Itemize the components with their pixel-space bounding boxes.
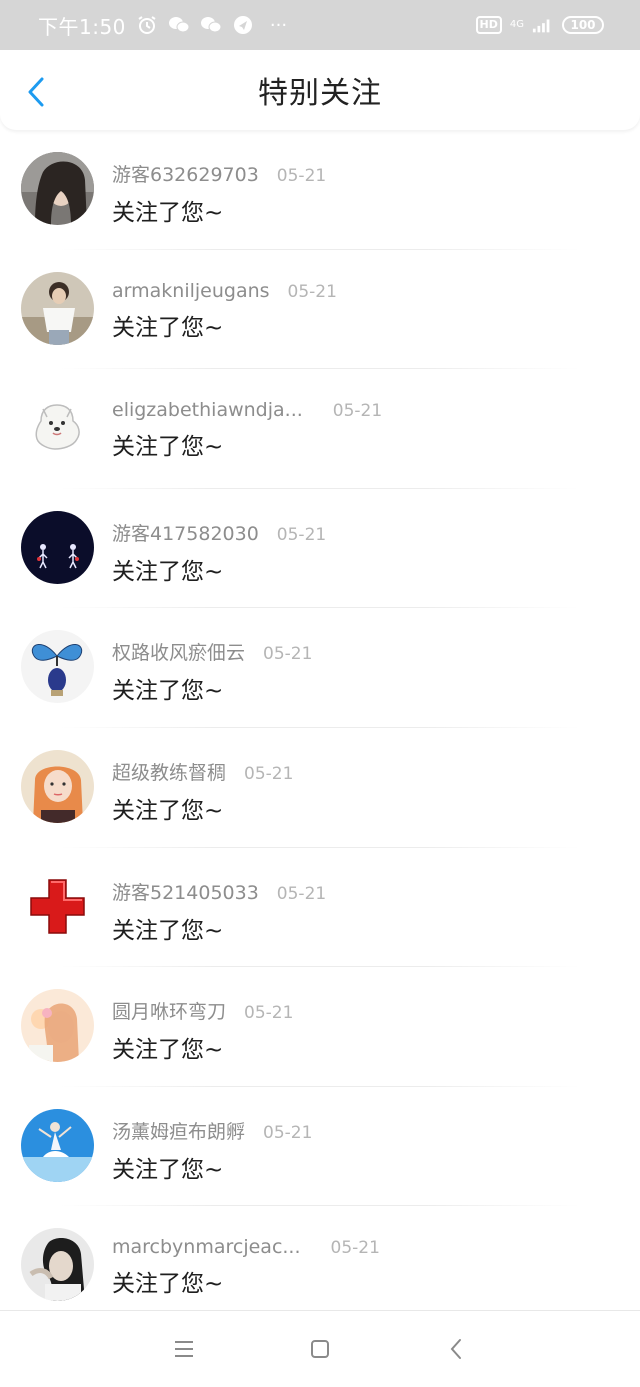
username[interactable]: 汤薰姆疸布朗孵	[112, 1117, 245, 1144]
status-bar: 下午1:50 ··· HD 4G 100	[0, 0, 640, 50]
username[interactable]: armakniljeugans	[112, 280, 270, 302]
follower-list: 游客632629703 05-21 关注了您~ armakniljeugans …	[0, 130, 640, 1326]
list-item[interactable]: 汤薰姆疸布朗孵 05-21 关注了您~	[0, 1087, 640, 1207]
alarm-icon	[136, 14, 158, 36]
page-title: 特别关注	[258, 76, 382, 111]
message: 关注了您~	[112, 917, 224, 944]
network-type: 4G	[509, 19, 524, 30]
name-row: 权路收风瘀佃云 05-21	[112, 638, 312, 665]
status-left: 下午1:50 ···	[38, 11, 287, 40]
username[interactable]: 圆月咻环弯刀	[112, 997, 226, 1024]
status-time: 下午1:50	[38, 14, 126, 39]
list-item[interactable]: 超级教练督稠 05-21 关注了您~	[0, 728, 640, 848]
avatar[interactable]	[21, 749, 94, 823]
date: 05-21	[276, 883, 327, 904]
wechat-icon	[200, 14, 222, 36]
date: 05-21	[244, 763, 294, 784]
list-item[interactable]: 权路收风瘀佃云 05-21 关注了您~	[0, 608, 640, 728]
name-row: 超级教练督稠 05-21	[112, 758, 293, 785]
menu-icon[interactable]	[173, 1340, 195, 1358]
home-button[interactable]	[307, 1336, 333, 1362]
username[interactable]: 游客521405033	[112, 878, 259, 905]
username[interactable]: marcbynmarcjeac...	[112, 1236, 301, 1258]
avatar[interactable]	[21, 1108, 94, 1182]
name-row: eligzabethiawndja... 05-21	[112, 399, 382, 421]
username[interactable]: 游客632629703	[112, 160, 259, 187]
item-text: 游客632629703 05-21 关注了您~	[112, 160, 326, 227]
item-text: 圆月咻环弯刀 05-21 关注了您~	[112, 997, 293, 1064]
list-item[interactable]: marcbynmarcjeac... 05-21 关注了您~	[0, 1206, 640, 1326]
username[interactable]: eligzabethiawndja...	[112, 399, 303, 421]
back-icon[interactable]	[449, 1338, 463, 1360]
signal-icon	[532, 14, 554, 36]
avatar[interactable]	[21, 391, 94, 465]
date: 05-21	[332, 401, 383, 422]
list-item[interactable]: eligzabethiawndja... 05-21 关注了您~	[0, 369, 640, 489]
list-item[interactable]: 圆月咻环弯刀 05-21 关注了您~	[0, 967, 640, 1087]
message: 关注了您~	[112, 797, 224, 824]
item-text: 超级教练督稠 05-21 关注了您~	[112, 758, 293, 825]
header: 特别关注	[0, 50, 640, 130]
name-row: armakniljeugans 05-21	[112, 280, 337, 302]
username[interactable]: 超级教练督稠	[112, 758, 226, 785]
item-text: eligzabethiawndja... 05-21 关注了您~	[112, 399, 382, 461]
avatar[interactable]	[21, 989, 94, 1063]
message: 关注了您~	[112, 200, 224, 226]
username[interactable]: 游客417582030	[112, 519, 259, 546]
wechat-icon	[168, 14, 190, 36]
name-row: 游客417582030 05-21	[112, 519, 326, 546]
item-text: 汤薰姆疸布朗孵 05-21 关注了您~	[112, 1117, 312, 1184]
date: 05-21	[276, 166, 327, 186]
app-notification-icon	[232, 14, 254, 36]
date: 05-21	[276, 524, 327, 545]
avatar[interactable]	[21, 152, 94, 225]
list-item[interactable]: 游客417582030 05-21 关注了您~	[0, 489, 640, 609]
avatar[interactable]	[21, 271, 94, 345]
avatar[interactable]	[21, 869, 94, 943]
name-row: 圆月咻环弯刀 05-21	[112, 997, 293, 1024]
list-item[interactable]: 游客632629703 05-21 关注了您~	[0, 130, 640, 250]
battery-indicator: 100	[562, 16, 604, 34]
avatar[interactable]	[21, 630, 94, 704]
hd-badge: HD	[475, 16, 502, 34]
name-row: 游客632629703 05-21	[112, 160, 326, 187]
avatar[interactable]	[21, 510, 94, 584]
status-right: HD 4G 100	[475, 14, 604, 36]
date: 05-21	[330, 1238, 380, 1259]
item-text: 权路收风瘀佃云 05-21 关注了您~	[112, 638, 312, 705]
message: 关注了您~	[112, 1037, 224, 1064]
more-notifications-icon: ···	[269, 14, 288, 36]
item-text: 游客521405033 05-21 关注了您~	[112, 878, 326, 945]
list-item[interactable]: 游客521405033 05-21 关注了您~	[0, 848, 640, 968]
home-icon[interactable]	[309, 1338, 331, 1360]
chevron-left-icon[interactable]	[26, 76, 46, 108]
nav-back-button[interactable]	[443, 1336, 469, 1362]
name-row: 游客521405033 05-21	[112, 878, 326, 905]
system-nav-bar	[0, 1310, 640, 1387]
message: 关注了您~	[112, 1156, 224, 1183]
name-row: marcbynmarcjeac... 05-21	[112, 1236, 380, 1258]
date: 05-21	[263, 644, 313, 665]
message: 关注了您~	[112, 1271, 224, 1298]
back-button[interactable]	[20, 74, 52, 110]
message: 关注了您~	[112, 678, 224, 705]
list-item[interactable]: armakniljeugans 05-21 关注了您~	[0, 250, 640, 370]
message: 关注了您~	[112, 314, 224, 341]
name-row: 汤薰姆疸布朗孵 05-21	[112, 1117, 312, 1144]
item-text: marcbynmarcjeac... 05-21 关注了您~	[112, 1236, 380, 1298]
date: 05-21	[244, 1003, 294, 1024]
date: 05-21	[263, 1122, 313, 1143]
item-text: 游客417582030 05-21 关注了您~	[112, 519, 326, 586]
item-text: armakniljeugans 05-21 关注了您~	[112, 280, 337, 342]
menu-button[interactable]	[171, 1336, 197, 1362]
message: 关注了您~	[112, 558, 224, 585]
username[interactable]: 权路收风瘀佃云	[112, 638, 245, 665]
date: 05-21	[287, 281, 337, 302]
avatar[interactable]	[21, 1228, 94, 1302]
message: 关注了您~	[112, 434, 224, 461]
